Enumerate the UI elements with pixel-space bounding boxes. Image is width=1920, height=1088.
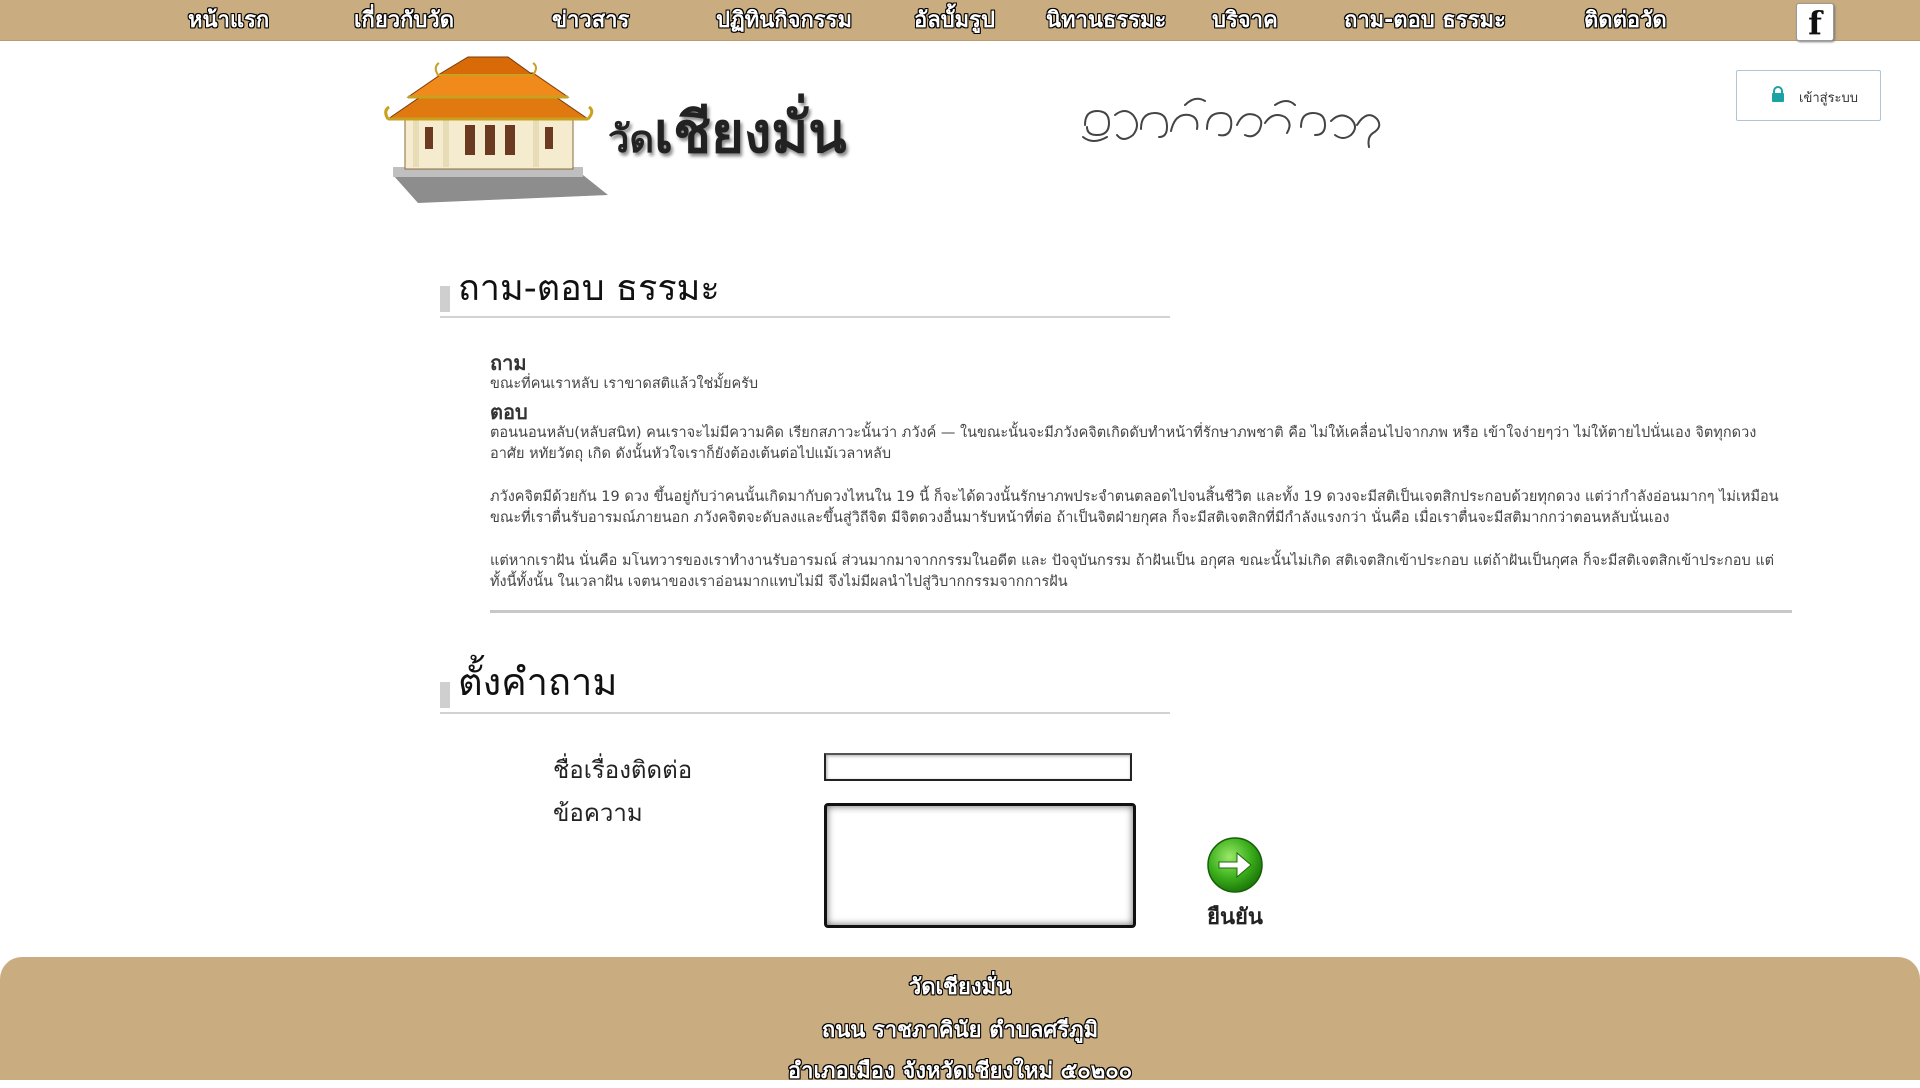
nav-item-contact[interactable]: ติดต่อวัด: [1584, 0, 1667, 40]
arrow-right-circle-icon: [1207, 837, 1263, 893]
message-textarea[interactable]: [824, 803, 1136, 928]
answer-paragraph: ตอนนอนหลับ(หลับสนิท) คนเราจะไม่มีความคิด…: [490, 425, 1757, 462]
footer: วัดเชียงมั่น ถนน ราชภาคินัย ตำบลศรีภูมิ …: [0, 957, 1920, 1084]
subject-input[interactable]: [824, 753, 1132, 781]
answer-paragraph: แต่หากเราฝัน นั่นคือ มโนทวารของเราทำงานร…: [490, 553, 1775, 590]
submit-button[interactable]: ยืนยัน: [1200, 835, 1270, 935]
site-title: วัดเชียงมั่น: [608, 88, 847, 177]
nav-item-home[interactable]: หน้าแรก: [188, 0, 269, 40]
lock-icon: [1772, 86, 1784, 102]
nav-item-album[interactable]: อัลบั้มรูป: [914, 0, 995, 40]
qa-entry: ถาม ขณะที่คนเราหลับ เราขาดสติแล้วใช่มั้ย…: [490, 352, 1790, 593]
footer-temple-name: วัดเชียงมั่น: [908, 975, 1012, 1000]
section-marker: [440, 682, 450, 708]
question-text: ขณะที่คนเราหลับ เราขาดสติแล้วใช่มั้ยครับ: [490, 376, 759, 392]
nav-item-about[interactable]: เกี่ยวกับวัด: [354, 0, 454, 40]
subject-label: ชื่อเรื่องติดต่อ: [553, 756, 693, 784]
nav-item-calendar[interactable]: ปฏิทินกิจกรรม: [716, 0, 852, 40]
submit-label: ยืนยัน: [1207, 905, 1263, 930]
nav-item-dharma-tales[interactable]: นิทานธรรมะ: [1046, 0, 1166, 40]
answer-paragraph: ภวังคจิตมีด้วยกัน 19 ดวง ขึ้นอยู่กับว่าค…: [490, 489, 1779, 526]
nav-item-qa[interactable]: ถาม-ตอบ ธรรมะ: [1344, 0, 1506, 40]
login-label: เข้าสู่ระบบ: [1799, 91, 1859, 106]
site-title-main: เชียงมั่น: [654, 101, 847, 166]
nav-item-donate[interactable]: บริจาค: [1212, 0, 1278, 40]
top-navigation: หน้าแรก เกี่ยวกับวัด ข่าวสาร ปฏิทินกิจกร…: [0, 0, 1920, 42]
ask-section-header: ตั้งคำถาม: [440, 660, 1170, 714]
facebook-glyph: f: [1808, 4, 1822, 42]
footer-address-line2: อำเภอเมือง จังหวัดเชียงใหม่ ๕๐๒๐๐: [787, 1059, 1133, 1084]
answer-label: ตอบ: [490, 400, 528, 424]
login-button[interactable]: เข้าสู่ระบบ: [1736, 70, 1881, 121]
message-label: ข้อความ: [553, 799, 643, 827]
ask-section-title: ตั้งคำถาม: [458, 660, 618, 704]
question-label: ถาม: [490, 351, 527, 375]
section-marker: [440, 286, 450, 312]
footer-address-line1: ถนน ราชภาคินัย ตำบลศรีภูมิ: [821, 1018, 1099, 1043]
facebook-icon[interactable]: f: [1796, 3, 1834, 42]
temple-logo: [384, 56, 608, 203]
qa-section-header: ถาม-ตอบ ธรรมะ: [440, 268, 1170, 318]
lanna-script-logo: [1082, 97, 1381, 148]
nav-item-news[interactable]: ข่าวสาร: [552, 0, 629, 40]
qa-divider: [490, 610, 1792, 613]
qa-section-title: ถาม-ตอบ ธรรมะ: [458, 268, 720, 309]
site-title-prefix: วัด: [608, 117, 655, 161]
